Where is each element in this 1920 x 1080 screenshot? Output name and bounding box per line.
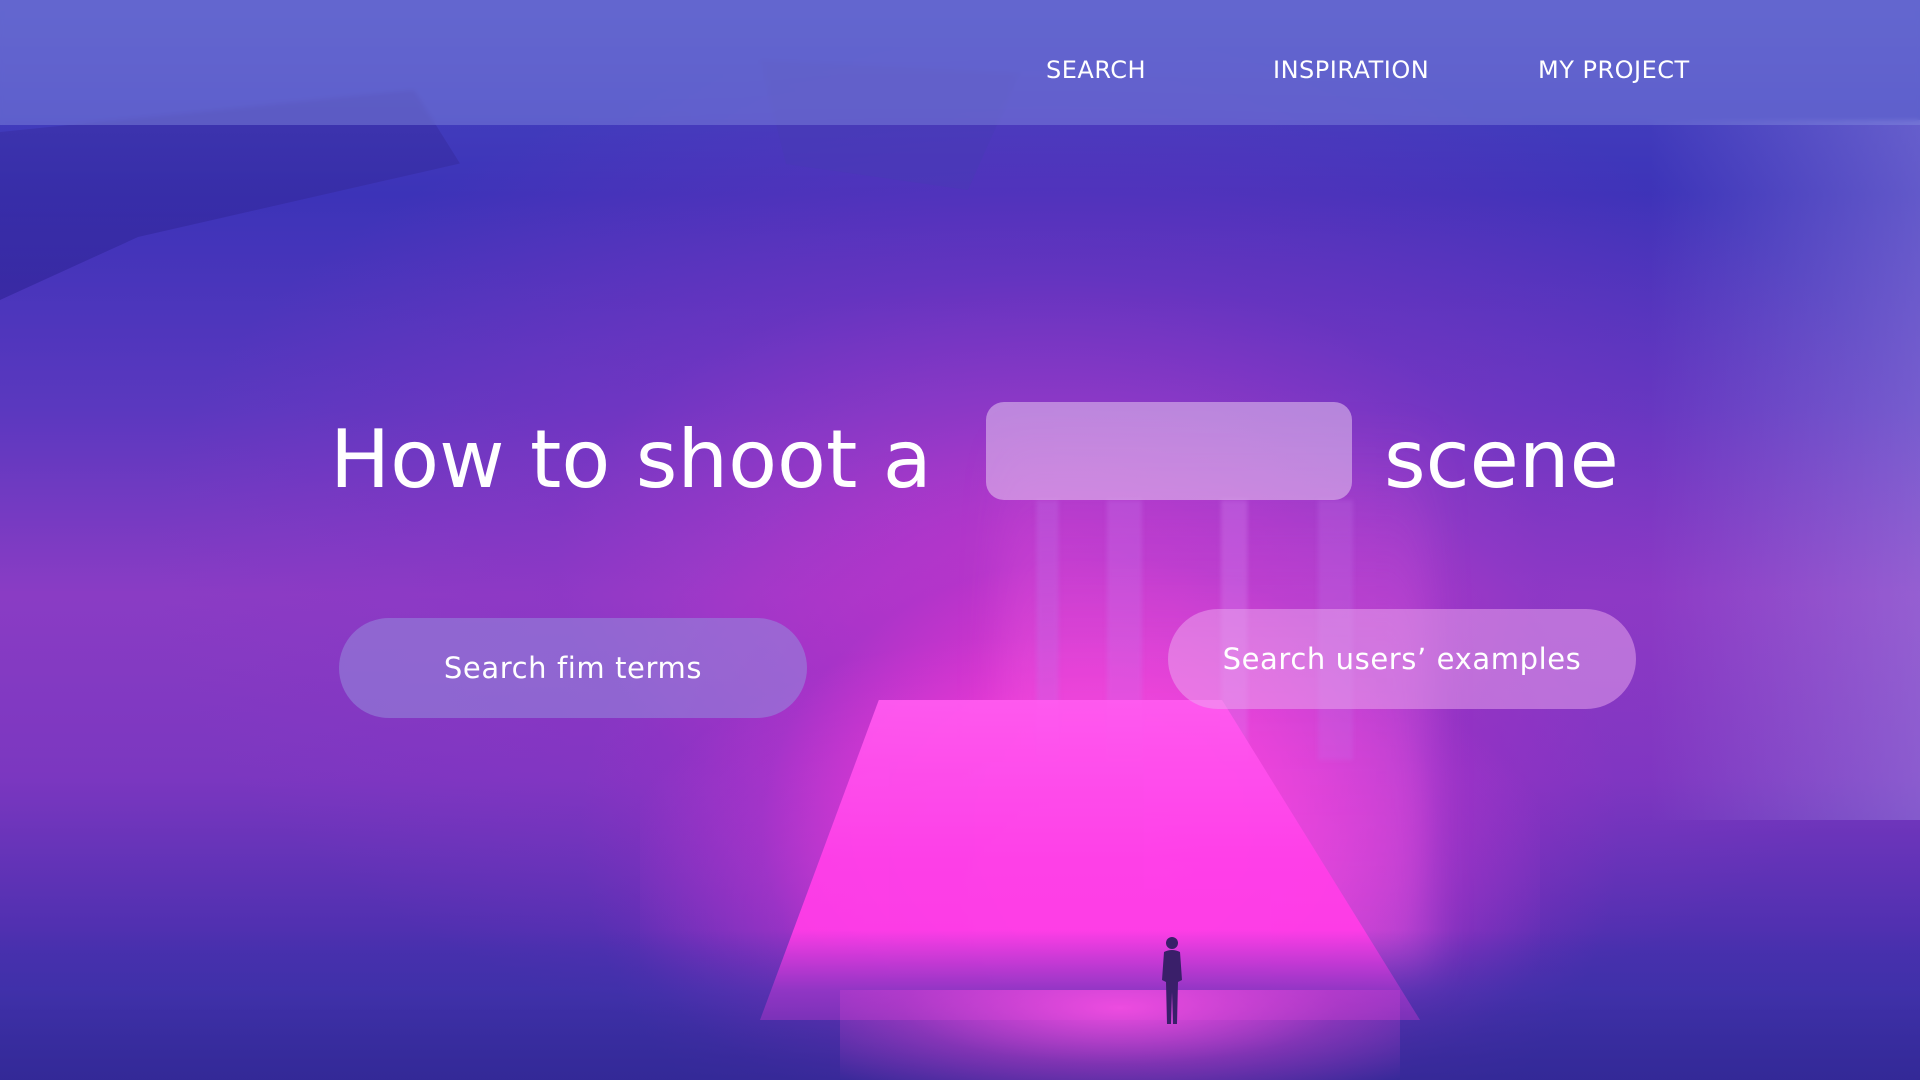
scene-type-input[interactable]	[986, 402, 1352, 500]
ground	[0, 930, 1920, 1080]
ground-reflection	[840, 990, 1400, 1080]
search-film-terms-label: Search fim terms	[443, 651, 703, 685]
top-nav-bar: SEARCH INSPIRATION MY PROJECT	[0, 0, 1920, 125]
nav-inspiration[interactable]: INSPIRATION	[1273, 56, 1429, 84]
person-silhouette	[1162, 937, 1182, 1024]
background-haze	[1650, 120, 1920, 820]
headline-prefix: How to shoot a	[330, 413, 932, 506]
glowing-monolith	[760, 700, 1420, 1020]
nav-my-project[interactable]: MY PROJECT	[1538, 56, 1690, 84]
search-users-examples-button[interactable]: Search users’ examples	[1168, 609, 1636, 709]
headline-suffix: scene	[1384, 413, 1619, 506]
search-users-examples-label: Search users’ examples	[1222, 642, 1582, 676]
search-film-terms-button[interactable]: Search fim terms	[339, 618, 807, 718]
nav-search[interactable]: SEARCH	[1046, 56, 1146, 84]
landing-page: SEARCH INSPIRATION MY PROJECT How to sho…	[0, 0, 1920, 1080]
